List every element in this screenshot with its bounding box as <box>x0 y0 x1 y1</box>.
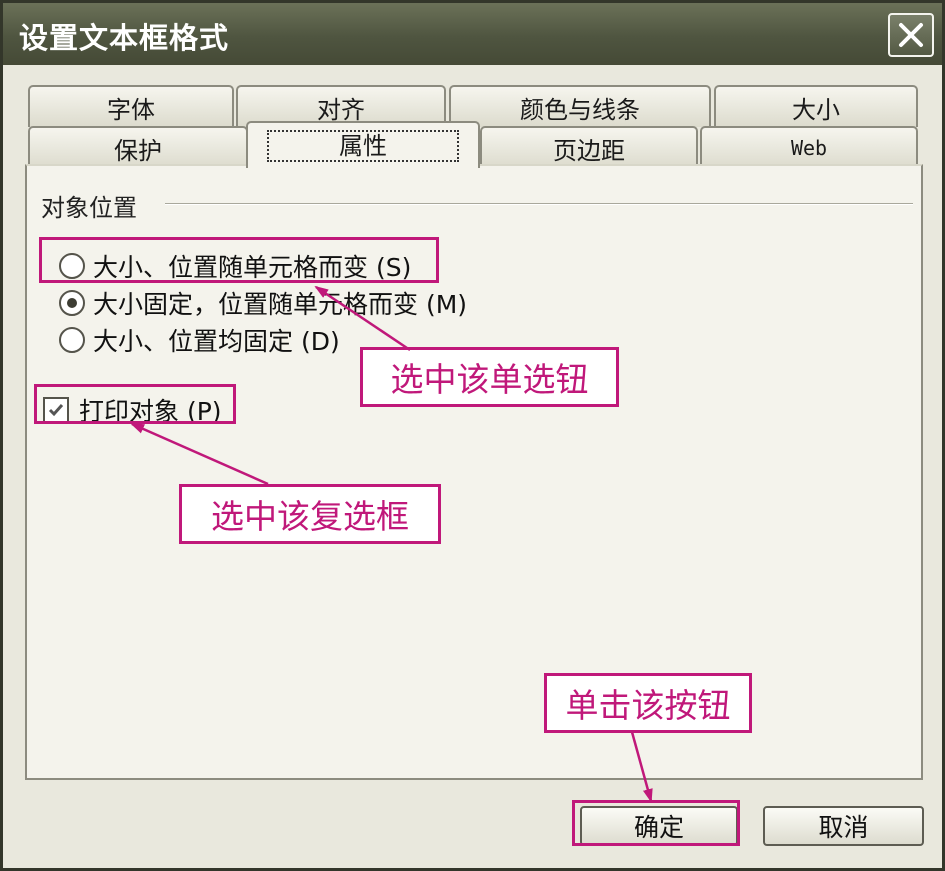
callout-select-checkbox: 选中该复选框 <box>179 484 441 544</box>
tab-properties[interactable]: 属性 <box>246 121 480 168</box>
option-label: 大小固定，位置随单元格而变 (M) <box>93 290 468 319</box>
format-textbox-dialog: 设置文本框格式 字体 对齐 颜色与线条 大小 保护 属性 页边距 Web 对象位… <box>0 0 945 871</box>
radio-move-not-size[interactable] <box>59 290 85 316</box>
tab-protection[interactable]: 保护 <box>28 126 248 168</box>
highlight-print-checkbox <box>34 384 236 424</box>
tab-size[interactable]: 大小 <box>714 85 918 127</box>
highlight-radio-option <box>39 237 439 283</box>
close-button[interactable] <box>888 13 934 57</box>
callout-select-radio: 选中该单选钮 <box>360 347 619 407</box>
radio-dont-move-or-size[interactable] <box>59 327 85 353</box>
tab-colors-lines[interactable]: 颜色与线条 <box>449 85 711 127</box>
window-title: 设置文本框格式 <box>19 21 230 55</box>
object-position-group-title: 对象位置 <box>41 194 137 222</box>
option-move-not-size[interactable]: 大小固定，位置随单元格而变 (M) <box>59 285 467 321</box>
option-dont-move-or-size[interactable]: 大小、位置均固定 (D) <box>59 322 340 358</box>
close-icon <box>899 23 923 47</box>
callout-click-button: 单击该按钮 <box>544 673 752 733</box>
option-label: 大小、位置均固定 (D) <box>93 327 340 356</box>
cancel-button[interactable]: 取消 <box>763 806 924 846</box>
tab-web[interactable]: Web <box>700 126 918 168</box>
tab-margins[interactable]: 页边距 <box>480 126 698 168</box>
highlight-ok-button <box>572 800 740 846</box>
title-bar: 设置文本框格式 <box>3 3 942 65</box>
tab-font[interactable]: 字体 <box>28 85 234 127</box>
group-divider <box>165 203 913 205</box>
